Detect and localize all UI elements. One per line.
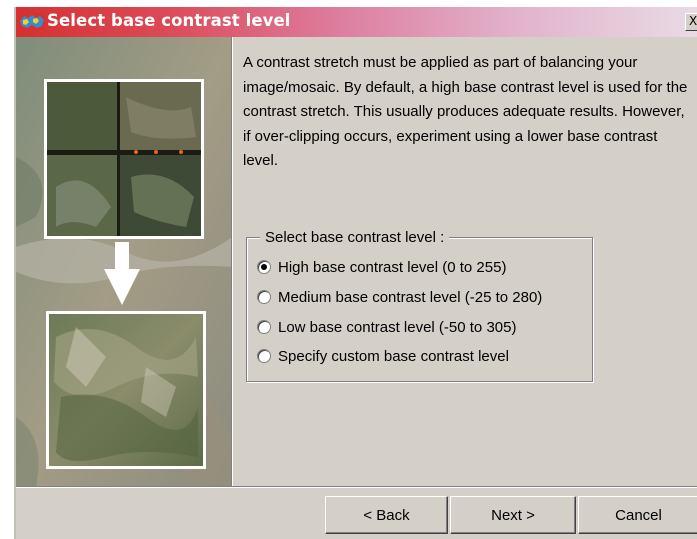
top-mosaic-image [44,79,204,239]
radio-medium-button[interactable] [257,290,271,304]
footer-separator-highlight [16,487,697,488]
radio-option-label: Low base contrast level (-50 to 305) [278,318,517,336]
radio-option-low[interactable]: Low base contrast level (-50 to 305) [257,317,516,337]
radio-option-label: Medium base contrast level (-25 to 280) [278,288,543,306]
intro-text: A contrast stretch must be applied as pa… [243,54,688,169]
radio-low-button[interactable] [257,320,271,334]
app-map-icon [19,13,45,30]
close-button[interactable]: X [685,13,697,31]
panel-divider [232,37,233,486]
radio-option-label: Specify custom base contrast level [278,347,509,365]
cancel-button[interactable]: Cancel [578,496,697,534]
radio-option-label: High base contrast level (0 to 255) [278,258,507,276]
back-button[interactable]: < Back [325,496,448,534]
illustration-panel [16,37,232,486]
title-bar[interactable]: Select base contrast level X [16,7,697,37]
mosaic-illustration [16,37,231,486]
group-title: Select base contrast level : [260,229,450,247]
radio-custom-button[interactable] [257,349,271,363]
radio-option-high[interactable]: High base contrast level (0 to 255) [257,257,506,277]
dialog-window: Select base contrast level X A contrast … [14,7,697,539]
dialog-title: Select base contrast level [47,11,291,30]
bottom-mosaic-image [46,311,206,469]
contrast-level-group: Select base contrast level : High base c… [246,229,593,382]
next-button[interactable]: Next > [450,496,576,534]
radio-option-medium[interactable]: Medium base contrast level (-25 to 280) [257,287,542,307]
radio-option-custom[interactable]: Specify custom base contrast level [257,346,509,366]
radio-high-button[interactable] [257,260,271,274]
